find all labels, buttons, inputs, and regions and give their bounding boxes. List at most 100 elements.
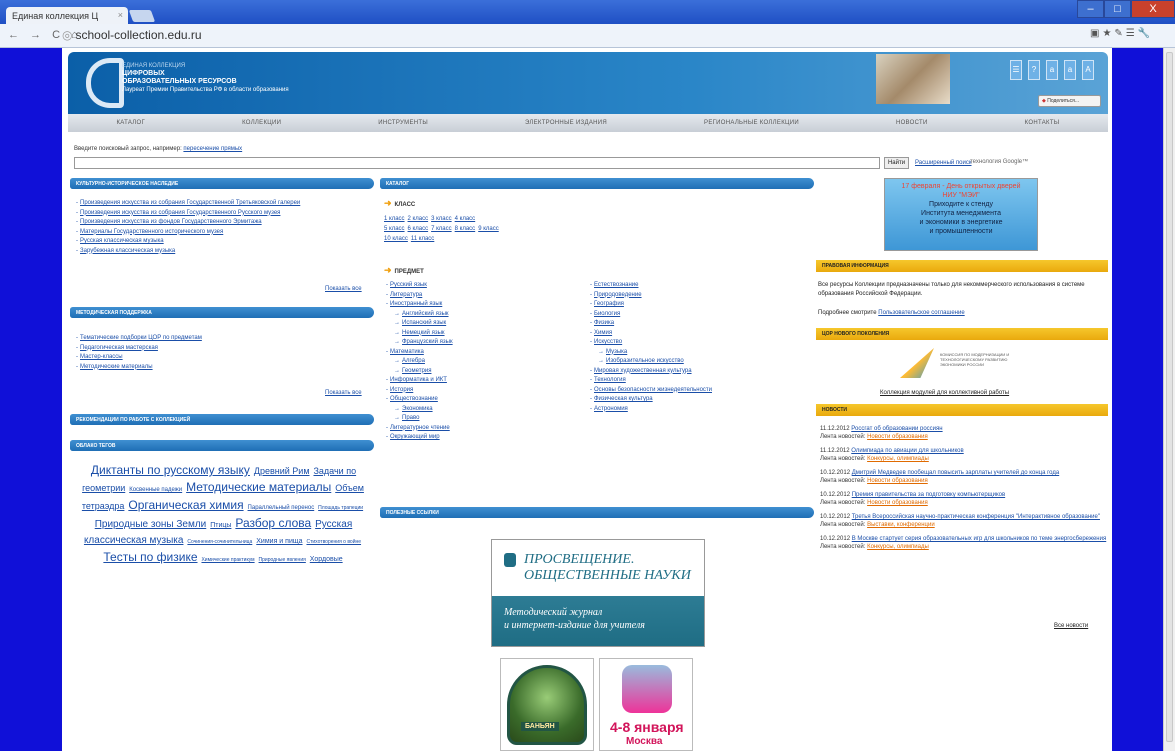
- list-item[interactable]: - Математика: [386, 348, 453, 358]
- tag-link[interactable]: Разбор слова: [235, 516, 311, 530]
- list-item[interactable]: - Тематические подборки ЦОР по предметам: [76, 334, 202, 344]
- list-item[interactable]: - Произведения искусства из собрания Госу…: [76, 209, 300, 219]
- news-link[interactable]: Россгат об образовании россиян: [851, 426, 942, 432]
- list-item[interactable]: - Основы безопасности жизнедеятельности: [590, 386, 712, 396]
- list-item[interactable]: - Обществознание: [386, 395, 453, 405]
- subject-link[interactable]: Право: [402, 415, 419, 421]
- recommendations-section-title[interactable]: РЕКОМЕНДАЦИИ ПО РАБОТЕ С КОЛЛЕКЦИЕЙ: [70, 414, 374, 425]
- commission-logo[interactable]: КОМИССИЯ ПО МОДЕРНИЗАЦИИ И ТЕХНОЛОГИЧЕСК…: [900, 348, 1020, 382]
- list-item[interactable]: → Изобразительное искусство: [590, 357, 712, 367]
- news-category-link[interactable]: Конкурсы, олимпиады: [867, 544, 929, 550]
- method-section-title[interactable]: МЕТОДИЧЕСКАЯ ПОДДЕРЖКА: [70, 307, 374, 318]
- list-item[interactable]: → Алгебра: [386, 357, 453, 367]
- menu-item-catalog[interactable]: КАТАЛОГ: [116, 120, 145, 126]
- heritage-link[interactable]: Произведения искусства из собрания Госуд…: [80, 200, 300, 206]
- subject-link[interactable]: История: [390, 387, 413, 393]
- list-item[interactable]: → Геометрия: [386, 367, 453, 377]
- list-item[interactable]: - Физика: [590, 319, 712, 329]
- grade-link[interactable]: 9 класс: [478, 226, 499, 232]
- grade-link[interactable]: 4 класс: [455, 216, 476, 222]
- list-item[interactable]: - Методические материалы: [76, 363, 202, 373]
- grade-link[interactable]: 3 класс: [431, 216, 452, 222]
- list-item[interactable]: → Экономика: [386, 405, 453, 415]
- news-link[interactable]: Дмитрий Медведев пообещал повысить зарпл…: [852, 470, 1059, 476]
- grade-link[interactable]: 6 класс: [408, 226, 429, 232]
- heritage-section-title[interactable]: КУЛЬТУРНО-ИСТОРИЧЕСКОЕ НАСЛЕДИЕ: [70, 178, 374, 189]
- modules-collection-link[interactable]: Коллекция модулей для коллективной работ…: [880, 389, 1009, 398]
- list-item[interactable]: → Музыка: [590, 348, 712, 358]
- font-small-icon[interactable]: a: [1046, 60, 1058, 80]
- all-news-link[interactable]: Все новости: [1054, 622, 1088, 631]
- news-link[interactable]: Премия правительства за подготовку компь…: [852, 492, 1005, 498]
- menu-item-tools[interactable]: ИНСТРУМЕНТЫ: [378, 120, 428, 126]
- subject-link[interactable]: Мировая художественная культура: [594, 368, 692, 374]
- address-bar[interactable]: ◎ school-collection.edu.ru: [60, 28, 1070, 45]
- font-medium-icon[interactable]: a: [1064, 60, 1076, 80]
- subject-link[interactable]: Окружающий мир: [390, 434, 440, 440]
- list-item[interactable]: - Зарубежная классическая музыка: [76, 247, 300, 257]
- list-item[interactable]: - Окружающий мир: [386, 433, 453, 443]
- subject-link[interactable]: Литература: [390, 292, 422, 298]
- list-item[interactable]: - Искусство: [590, 338, 712, 348]
- grade-link[interactable]: 8 класс: [455, 226, 476, 232]
- list-item[interactable]: - Физическая культура: [590, 395, 712, 405]
- catalog-section-title[interactable]: КАТАЛОГ: [380, 178, 814, 189]
- subject-link[interactable]: Немецкий язык: [402, 330, 445, 336]
- subject-link[interactable]: Физика: [594, 320, 614, 326]
- subject-link[interactable]: Технология: [594, 377, 626, 383]
- heritage-link[interactable]: Произведения искусства из собрания Госуд…: [80, 210, 280, 216]
- tag-link[interactable]: Площадь трапеции: [318, 505, 363, 511]
- site-brand[interactable]: ЕДИНАЯ КОЛЛЕКЦИЯ ЦИФРОВЫХ ОБРАЗОВАТЕЛЬНЫ…: [122, 62, 289, 94]
- subject-link[interactable]: Обществознание: [390, 396, 438, 402]
- method-link[interactable]: Тематические подборки ЦОР по предметам: [80, 335, 202, 341]
- heritage-link[interactable]: Произведения искусства из фондов Государ…: [80, 219, 262, 225]
- new-tab-button[interactable]: [128, 10, 156, 22]
- prosveshchenie-banner[interactable]: ПРОСВЕЩЕНИЕ. ОБЩЕСТВЕННЫЕ НАУКИ Методичес…: [491, 539, 705, 647]
- tag-link[interactable]: Химические практикум: [201, 557, 254, 563]
- heritage-show-all-link[interactable]: Показать все: [325, 286, 362, 292]
- grade-link[interactable]: 11 класс: [411, 236, 434, 242]
- subject-link[interactable]: Математика: [390, 349, 424, 355]
- subject-link[interactable]: Алгебра: [402, 358, 425, 364]
- subject-link[interactable]: Природоведение: [594, 292, 642, 298]
- tag-link[interactable]: Птицы: [210, 522, 231, 529]
- menu-item-contacts[interactable]: КОНТАКТЫ: [1025, 120, 1060, 126]
- list-item[interactable]: - Естествознание: [590, 281, 712, 291]
- share-button[interactable]: ◆ Поделиться...: [1038, 95, 1101, 107]
- list-item[interactable]: - География: [590, 300, 712, 310]
- grade-link[interactable]: 5 класс: [384, 226, 405, 232]
- method-show-all-link[interactable]: Показать все: [325, 390, 362, 396]
- list-item[interactable]: - Педагогическая мастерская: [76, 344, 202, 354]
- help-icon[interactable]: ?: [1028, 60, 1040, 80]
- list-item[interactable]: - Литература: [386, 291, 453, 301]
- menu-item-collections[interactable]: КОЛЛЕКЦИИ: [242, 120, 281, 126]
- list-item[interactable]: → Право: [386, 414, 453, 424]
- list-item[interactable]: - Химия: [590, 329, 712, 339]
- subject-link[interactable]: Иностранный язык: [390, 301, 442, 307]
- method-link[interactable]: Мастер-классы: [80, 354, 123, 360]
- sitemap-icon[interactable]: ☰: [1010, 60, 1022, 80]
- grade-link[interactable]: 1 класс: [384, 216, 405, 222]
- subject-link[interactable]: Литературное чтение: [390, 425, 450, 431]
- site-logo-icon[interactable]: [86, 58, 124, 108]
- subject-link[interactable]: Биология: [594, 311, 620, 317]
- tag-link[interactable]: Методические материалы: [186, 480, 331, 494]
- list-item[interactable]: - История: [386, 386, 453, 396]
- heritage-link[interactable]: Зарубежная классическая музыка: [80, 248, 175, 254]
- subject-link[interactable]: Физическая культура: [594, 396, 653, 402]
- vertical-scrollbar[interactable]: [1163, 48, 1175, 751]
- method-link[interactable]: Методические материалы: [80, 364, 153, 370]
- maximize-button[interactable]: □: [1104, 0, 1131, 18]
- heritage-link[interactable]: Материалы Государственного исторического…: [80, 229, 223, 235]
- list-item[interactable]: - Произведения искусства из фондов Госуда…: [76, 218, 300, 228]
- subject-link[interactable]: Экономика: [402, 406, 433, 412]
- tag-link[interactable]: Древний Рим: [254, 466, 310, 476]
- tag-link[interactable]: Органическая химия: [128, 498, 243, 512]
- user-agreement-link[interactable]: Пользовательское соглашение: [878, 310, 964, 316]
- tag-link[interactable]: Природные явления: [259, 557, 306, 563]
- subject-link[interactable]: Основы безопасности жизнедеятельности: [594, 387, 712, 393]
- list-item[interactable]: - Природоведение: [590, 291, 712, 301]
- tag-link[interactable]: Природные зоны Земли: [95, 519, 207, 530]
- news-link[interactable]: Олимпиада по авиации для школьников: [851, 448, 963, 454]
- list-item[interactable]: - Иностранный язык: [386, 300, 453, 310]
